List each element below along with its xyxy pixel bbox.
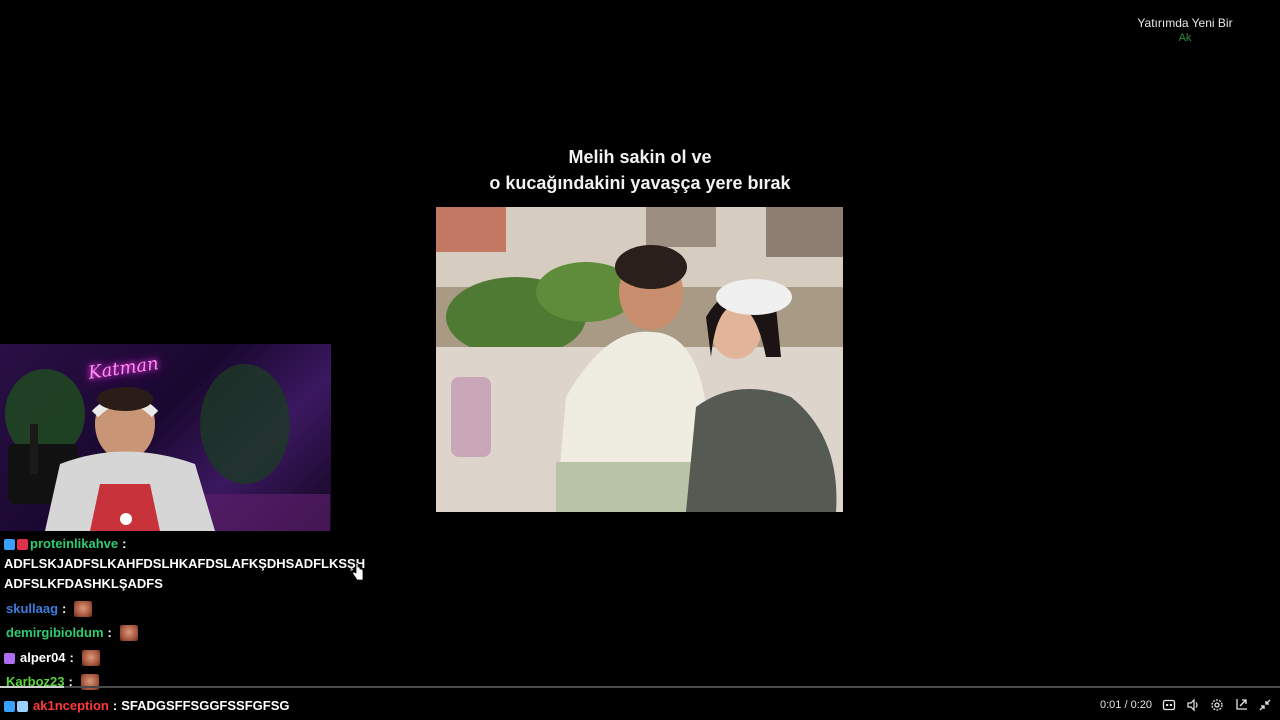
chat-username[interactable]: Karboz23 (6, 672, 65, 692)
chat-badge-icon (17, 700, 28, 712)
emote-icon (119, 625, 138, 641)
corner-promo-line2: Ak (1178, 32, 1192, 44)
chat-message: ak1nception : SFADGSFFSGGFSSFGFSG (4, 696, 290, 716)
chat-text-line1: ADFLSKJADFSLKAHFDSLHKAFDSLAFKŞDHSADFLKSŞ… (4, 556, 366, 571)
corner-promo: Yatırımda Yeni Bir Ak (1130, 16, 1240, 46)
webcam-scene (5, 364, 330, 531)
progress-fill (0, 686, 64, 688)
webcam-feed: Katman (0, 344, 331, 531)
chat-message: skullaag : (4, 599, 93, 619)
chat-username[interactable]: alper04 (20, 648, 66, 668)
chat-message: alper04 : (4, 648, 100, 668)
chat-message: proteinlikahve : (4, 534, 130, 554)
chat-separator: : (112, 698, 118, 713)
time-display: 0:01 / 0:20 (1100, 699, 1152, 711)
chat-badge-icon (4, 700, 15, 712)
popout-icon[interactable] (1234, 698, 1248, 712)
chat-message: demirgibioldum : (4, 623, 138, 643)
corner-promo-line1: Yatırımda Yeni Bir (1137, 16, 1233, 30)
video-clip[interactable] (436, 207, 843, 512)
chat-badge-icon (4, 538, 15, 550)
volume-icon[interactable] (1186, 698, 1200, 712)
chat-message: Karboz23 : (4, 672, 99, 692)
chat-separator: : (69, 650, 74, 665)
captions-icon[interactable] (1162, 698, 1176, 712)
chat-separator: : (62, 601, 67, 616)
chat-separator: : (68, 674, 73, 689)
chat-text-line2: ADFSLKFDASHKLŞADFS (4, 576, 163, 591)
chat-username[interactable]: skullaag (6, 599, 58, 619)
caption-line1: Melih sakin ol ve (568, 147, 712, 167)
chat-badge-icon (4, 652, 15, 664)
chat-separator: : (107, 625, 112, 640)
chat-message-text: ADFLSKJADFSLKAHFDSLHKAFDSLAFKŞDHSADFLKSŞ… (4, 554, 365, 574)
settings-icon[interactable] (1210, 698, 1224, 712)
progress-bar[interactable] (0, 686, 1280, 688)
chat-separator: : (122, 536, 127, 551)
stream-view: Yatırımda Yeni Bir Ak Melih sakin ol ve … (0, 0, 1280, 720)
chat-username[interactable]: demirgibioldum (6, 623, 104, 643)
emote-icon (81, 650, 100, 666)
clip-scene (436, 207, 843, 512)
minimize-icon[interactable] (1258, 698, 1272, 712)
chat-text: SFADGSFFSGGFSSFGFSG (121, 698, 290, 713)
chat-username[interactable]: ak1nception (33, 696, 109, 716)
caption-line2: o kucağındakini yavaşça yere bırak (489, 173, 791, 193)
chat-badge-icon (17, 538, 28, 550)
chat-username[interactable]: proteinlikahve (30, 534, 118, 554)
pointer-cursor-icon (352, 563, 364, 581)
video-caption: Melih sakin ol ve o kucağındakini yavaşç… (436, 144, 844, 196)
chat-message-text: ADFSLKFDASHKLŞADFS (4, 574, 163, 594)
emote-icon (74, 601, 93, 617)
player-controls: 0:01 / 0:20 (1100, 696, 1272, 714)
